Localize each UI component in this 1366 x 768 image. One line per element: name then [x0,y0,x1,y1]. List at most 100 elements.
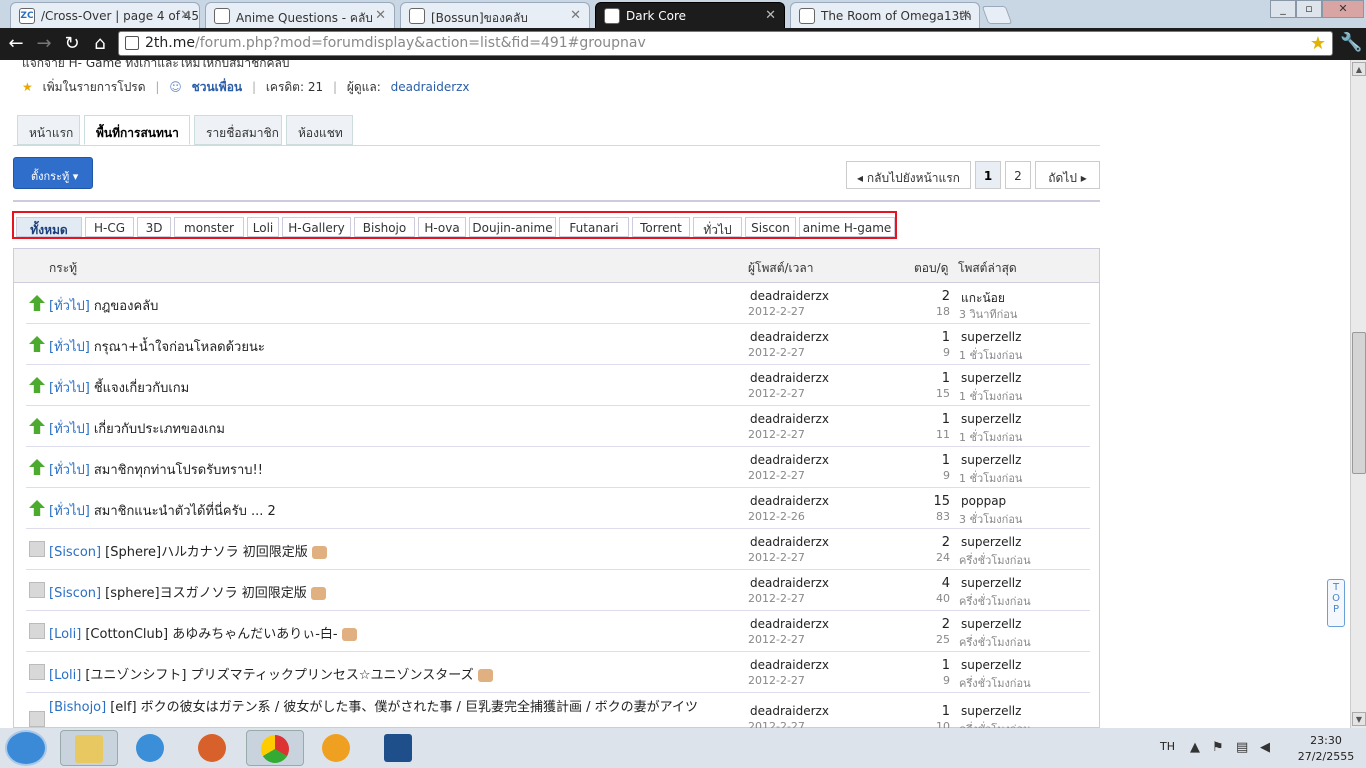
last-post-user[interactable]: poppap [961,494,1006,508]
thread-tag[interactable]: [ทั่วไป] [49,381,90,396]
table-row[interactable]: [Bishojo] [elf] ボクの彼女はガテン系 / 彼女がした事、僕がされた… [26,693,1090,728]
close-tab-icon[interactable]: ✕ [570,8,581,23]
filter-category[interactable]: 3D [137,217,171,237]
filter-category[interactable]: Torrent [632,217,690,237]
admin-link[interactable]: deadraiderzx [391,80,470,94]
filter-category[interactable]: H-ova [418,217,466,237]
thread-author[interactable]: deadraiderzx [750,330,829,344]
flag-icon[interactable]: ⚑ [1212,740,1224,755]
thread-title[interactable]: [ทั่วไป] สมาชิกแนะนำตัวได้ที่นี่ครับ ... … [49,500,276,521]
last-post-time[interactable]: ครึ่งชั่วโมงก่อน [959,551,1031,569]
start-button[interactable] [5,730,47,766]
browser-tab[interactable]: Dark Core ✕ [595,2,785,28]
forum-tab[interactable]: รายชื่อสมาชิก [194,115,282,145]
media-taskbar-button[interactable] [308,730,366,766]
thread-title-text[interactable]: ชี้แจงเกี่ยวกับเกม [94,381,189,396]
forum-tab[interactable]: พื้นที่การสนทนา [84,115,190,145]
language-indicator[interactable]: TH [1160,740,1175,753]
thread-title-text[interactable]: [CottonClub] あゆみちゃんだいありぃ-白- [85,627,337,642]
table-row[interactable]: [ทั่วไป] สมาชิกแนะนำตัวได้ที่นี่ครับ ... … [26,488,1090,529]
browser-tab[interactable]: [Bossun]ของคลับ ✕ [400,2,590,28]
thread-author[interactable]: deadraiderzx [750,289,829,303]
clock-date[interactable]: 27/2/2555 [1296,750,1356,763]
thread-author[interactable]: deadraiderzx [750,371,829,385]
thread-title-text[interactable]: กฎของคลับ [94,299,159,314]
tray-expand-icon[interactable]: ▲ [1190,740,1200,755]
close-tab-icon[interactable]: ✕ [765,8,776,23]
thread-tag[interactable]: [ทั่วไป] [49,422,90,437]
filter-category[interactable]: Siscon [745,217,796,237]
maximize-button[interactable]: ▫ [1296,0,1322,18]
chrome-taskbar-button[interactable] [246,730,304,766]
table-row[interactable]: [Loli] [ユニゾンシフト] プリズマティックプリンセス☆ユニゾンスターズ de… [26,652,1090,693]
thread-title[interactable]: [ทั่วไป] กรุณา+น้ำใจก่อนโหลดด้วยนะ [49,336,265,357]
forum-tab[interactable]: หน้าแรก [17,115,80,145]
scroll-down-icon[interactable]: ▼ [1352,712,1366,726]
browser-tab[interactable]: ZC/Cross-Over | page 4 of 452 ✕ [10,2,200,28]
thread-title-text[interactable]: สมาชิกแนะนำตัวได้ที่นี่ครับ ... 2 [94,504,276,519]
table-row[interactable]: [ทั่วไป] สมาชิกทุกท่านโปรดรับทราบ!! deadra… [26,447,1090,488]
thread-tag[interactable]: [Bishojo] [49,700,106,715]
last-post-user[interactable]: superzellz [961,576,1021,590]
thread-author[interactable]: deadraiderzx [750,494,829,508]
minimize-button[interactable]: _ [1270,0,1296,18]
thread-tag[interactable]: [ทั่วไป] [49,299,90,314]
pager-next-button[interactable]: ถัดไป ▸ [1035,161,1100,189]
close-tab-icon[interactable]: ✕ [375,8,386,23]
thread-title-text[interactable]: [Sphere]ハルカナソラ 初回限定版 [105,545,308,560]
invite-link[interactable]: ชวนเพื่อน [192,80,243,94]
last-post-user[interactable]: superzellz [961,371,1021,385]
filter-category[interactable]: H-CG [85,217,134,237]
table-row[interactable]: [Loli] [CottonClub] あゆみちゃんだいありぃ-白-deadrai… [26,611,1090,652]
firefox-taskbar-button[interactable] [184,730,242,766]
thread-author[interactable]: deadraiderzx [750,617,829,631]
table-row[interactable]: [Siscon] [sphere]ヨスガノソラ 初回限定版 deadraiderzx… [26,570,1090,611]
last-post-user[interactable]: superzellz [961,658,1021,672]
table-row[interactable]: [ทั่วไป] กรุณา+น้ำใจก่อนโหลดด้วยนะ deadrai… [26,324,1090,365]
filter-category[interactable]: Futanari [559,217,629,237]
thread-title-text[interactable]: [elf] ボクの彼女はガテン系 / 彼女がした事、僕がされた事 / 巨乳妻完全… [110,700,698,715]
table-row[interactable]: [ทั่วไป] ชี้แจงเกี่ยวกับเกม deadraiderzx 20… [26,365,1090,406]
thread-title[interactable]: [ทั่วไป] สมาชิกทุกท่านโปรดรับทราบ!! [49,459,263,480]
thread-tag[interactable]: [Siscon] [49,586,101,601]
last-post-time[interactable]: ครึ่งชั่วโมงก่อน [959,674,1031,692]
thread-tag[interactable]: [Siscon] [49,545,101,560]
thread-tag[interactable]: [Loli] [49,627,81,642]
last-post-time[interactable]: 1 ชั่วโมงก่อน [959,387,1022,405]
browser-tab[interactable]: The Room of Omega13th ✕ [790,2,980,28]
thread-title-text[interactable]: กรุณา+น้ำใจก่อนโหลดด้วยนะ [94,340,265,355]
thread-author[interactable]: deadraiderzx [750,658,829,672]
close-tab-icon[interactable]: ✕ [180,8,191,23]
thread-title[interactable]: [Loli] [CottonClub] あゆみちゃんだいありぃ-白- [49,623,357,642]
kmp-taskbar-button[interactable] [370,730,428,766]
back-to-top-button[interactable]: TOP [1327,579,1345,627]
thread-title[interactable]: [Bishojo] [elf] ボクの彼女はガテン系 / 彼女がした事、僕がされた… [49,696,698,715]
clock-time[interactable]: 23:30 [1296,734,1356,747]
wrench-icon[interactable]: 🔧 [1340,32,1362,53]
reload-icon[interactable]: ↻ [60,32,84,56]
close-tab-icon[interactable]: ✕ [960,8,971,23]
network-icon[interactable]: ▤ [1236,740,1248,755]
thread-title-text[interactable]: เกี่ยวกับประเภทของเกม [94,422,225,437]
volume-icon[interactable]: ◀ [1260,740,1270,755]
last-post-user[interactable]: superzellz [961,412,1021,426]
bookmark-star-icon[interactable]: ★ [1310,33,1326,54]
thread-author[interactable]: deadraiderzx [750,576,829,590]
thread-title-text[interactable]: [ユニゾンシフト] プリズマティックプリンセス☆ユニゾンスターズ [85,668,473,683]
thread-title[interactable]: [Siscon] [sphere]ヨスガノソラ 初回限定版 [49,582,326,601]
last-post-user[interactable]: superzellz [961,453,1021,467]
filter-all[interactable]: ทั้งหมด [16,217,82,237]
forum-tab[interactable]: ห้องแชท [286,115,353,145]
thread-title[interactable]: [ทั่วไป] ชี้แจงเกี่ยวกับเกม [49,377,189,398]
pager-page-1[interactable]: 1 [975,161,1001,189]
last-post-user[interactable]: superzellz [961,704,1021,718]
thread-title[interactable]: [ทั่วไป] เกี่ยวกับประเภทของเกม [49,418,225,439]
filter-category[interactable]: monster [174,217,244,237]
thread-title[interactable]: [Loli] [ユニゾンシフト] プリズマティックプリンセス☆ユニゾンスターズ [49,664,493,683]
last-post-time[interactable]: 1 ชั่วโมงก่อน [959,469,1022,487]
address-bar[interactable]: 2th.me/forum.php?mod=forumdisplay&action… [118,31,1333,56]
pager-page-2[interactable]: 2 [1005,161,1031,189]
filter-category[interactable]: anime H-game [799,217,895,237]
thread-tag[interactable]: [ทั่วไป] [49,463,90,478]
last-post-user[interactable]: superzellz [961,535,1021,549]
